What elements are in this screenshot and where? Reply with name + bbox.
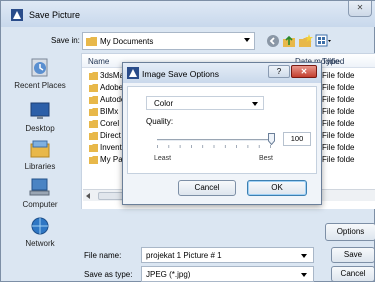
window-titlebar[interactable]: Save Picture ✕ (1, 1, 375, 27)
scroll-left-icon[interactable] (86, 193, 90, 199)
chevron-down-icon (301, 273, 307, 277)
app-icon (127, 67, 139, 79)
folder-icon (89, 156, 98, 164)
dialog-body: Color Quality: 100 Least Best (127, 86, 317, 174)
item-type: File folde (322, 131, 355, 140)
save-picture-window: Save Picture ✕ Save in: My Documents Rec… (0, 0, 375, 282)
folder-icon (89, 96, 98, 104)
chevron-down-icon (244, 38, 250, 42)
place-libraries[interactable]: Libraries (1, 139, 79, 171)
network-icon (31, 217, 49, 235)
item-type: File folde (322, 107, 355, 116)
quality-slider-ticks (157, 145, 271, 148)
folder-icon (89, 120, 98, 128)
dialog-title: Image Save Options (142, 69, 220, 79)
place-label: Network (25, 239, 55, 248)
save-as-type-label: Save as type: (84, 270, 133, 279)
best-label: Best (259, 155, 274, 162)
place-label: Desktop (25, 124, 55, 133)
image-save-options-dialog: Image Save Options ? ✕ Color Quality: 10… (122, 62, 322, 205)
view-menu-icon[interactable] (315, 33, 331, 49)
save-in-label: Save in: (51, 36, 80, 45)
folder-icon (89, 84, 98, 92)
item-name: Adobe (100, 83, 124, 92)
folder-icon (89, 72, 98, 80)
desktop-icon (30, 102, 50, 119)
file-name-input[interactable]: projekat 1 Picture # 1 (141, 247, 314, 263)
app-icon (11, 9, 23, 21)
places-bar: Recent Places Desktop Libraries Computer (1, 53, 79, 263)
back-icon[interactable] (265, 33, 281, 49)
place-label: Computer (22, 200, 58, 209)
new-folder-icon[interactable] (298, 33, 314, 49)
quality-value-field[interactable]: 100 (283, 132, 311, 146)
save-as-type-dropdown[interactable]: JPEG (*.jpg) (141, 266, 314, 282)
toolbar: Save in: My Documents (1, 29, 375, 53)
dialog-cancel-button[interactable]: Cancel (178, 180, 236, 196)
help-button[interactable]: ? (268, 65, 290, 78)
save-as-type-value: JPEG (*.jpg) (146, 270, 191, 279)
dialog-titlebar[interactable]: Image Save Options ? ✕ (123, 63, 321, 83)
options-button[interactable]: Options (325, 223, 375, 241)
chevron-down-icon (252, 102, 258, 106)
save-in-value: My Documents (100, 37, 154, 46)
save-button[interactable]: Save (331, 247, 375, 263)
window-title: Save Picture (29, 10, 81, 20)
quality-slider-thumb[interactable] (267, 133, 275, 145)
color-mode-value: Color (154, 99, 174, 108)
item-type: File folde (322, 155, 355, 164)
place-label: Libraries (24, 162, 56, 171)
item-type: File folde (322, 83, 355, 92)
folder-icon (89, 108, 98, 116)
place-computer[interactable]: Computer (1, 177, 79, 209)
place-desktop[interactable]: Desktop (1, 101, 79, 133)
place-label: Recent Places (14, 81, 66, 90)
computer-icon (29, 178, 50, 196)
quality-slider-track[interactable] (157, 139, 271, 142)
folder-icon (86, 37, 97, 46)
file-name-value: projekat 1 Picture # 1 (146, 251, 222, 260)
dialog-ok-button[interactable]: OK (247, 180, 307, 196)
item-type: File folde (322, 143, 355, 152)
least-label: Least (154, 155, 172, 162)
window-close-button[interactable]: ✕ (348, 1, 372, 17)
item-type: File folde (322, 71, 355, 80)
color-mode-dropdown[interactable]: Color (146, 96, 264, 110)
file-name-label: File name: (84, 251, 122, 260)
item-name: BIMx (100, 107, 119, 116)
up-folder-icon[interactable] (281, 33, 297, 49)
cancel-button[interactable]: Cancel (331, 266, 375, 282)
place-network[interactable]: Network (1, 216, 79, 248)
chevron-down-icon[interactable] (301, 254, 307, 258)
item-name: Corel (100, 119, 120, 128)
save-in-dropdown[interactable]: My Documents (82, 32, 255, 50)
folder-icon (89, 132, 98, 140)
quality-label: Quality: (146, 117, 174, 126)
libraries-icon (30, 140, 50, 158)
dialog-close-button[interactable]: ✕ (291, 65, 317, 78)
column-name[interactable]: Name (88, 57, 109, 66)
place-recent-places[interactable]: Recent Places (1, 58, 79, 90)
recent-places-icon (31, 58, 48, 77)
column-type[interactable]: Type (322, 57, 339, 66)
folder-icon (89, 144, 98, 152)
item-type: File folde (322, 119, 355, 128)
item-type: File folde (322, 95, 355, 104)
